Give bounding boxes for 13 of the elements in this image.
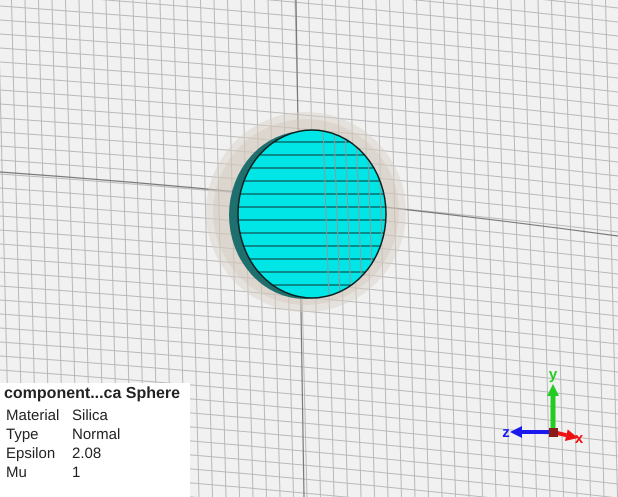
axis-label: x: [574, 430, 584, 447]
property-value: 2.08: [72, 445, 102, 462]
axis-label: z: [502, 424, 510, 441]
property-label: Mu: [6, 464, 28, 481]
axis-label: y: [548, 366, 558, 383]
property-label: Epsilon: [6, 445, 56, 462]
property-value: Normal: [72, 426, 122, 443]
panel-title: component...ca Sphere: [4, 385, 182, 403]
origin-marker: [549, 428, 558, 437]
property-label: Type: [6, 426, 40, 443]
property-value: Silica: [72, 407, 109, 424]
property-value: 1: [72, 464, 82, 481]
property-label: Material: [6, 407, 60, 424]
